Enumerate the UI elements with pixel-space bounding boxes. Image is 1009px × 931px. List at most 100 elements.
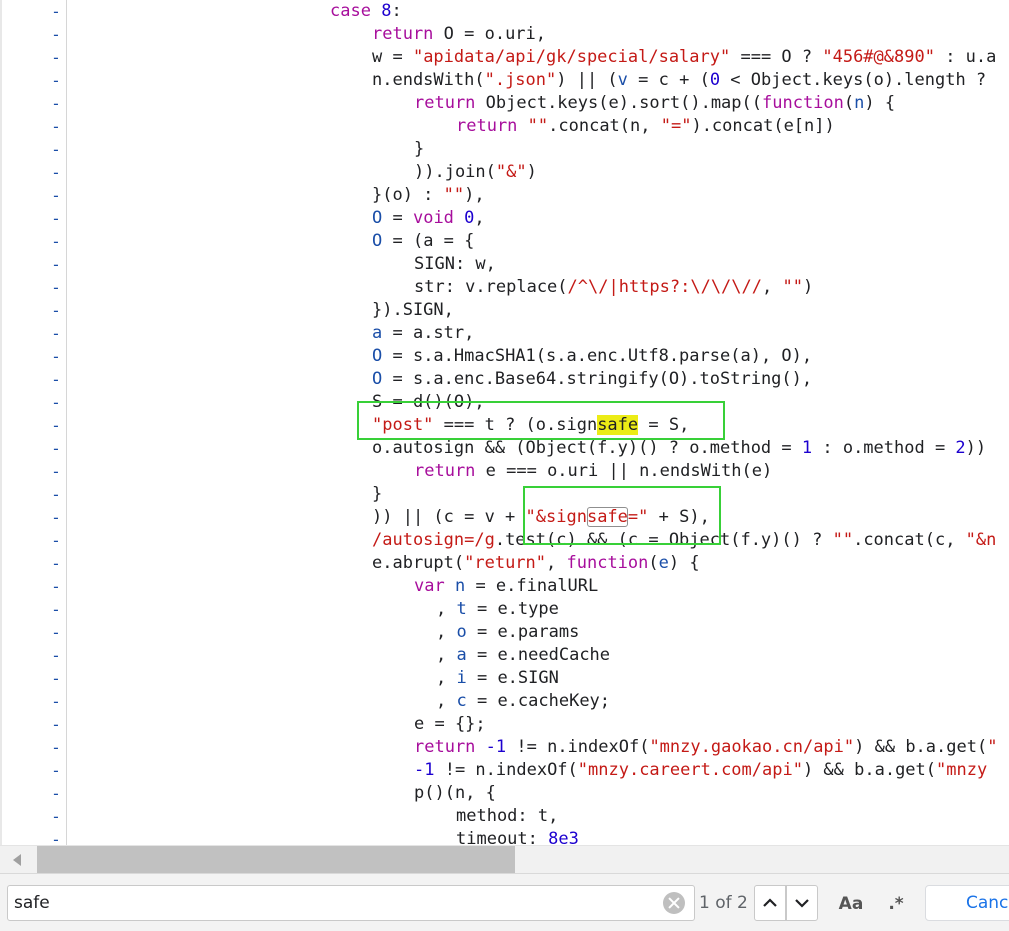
code-token: , [436,668,457,688]
code-token: "=" [660,116,692,136]
code-token: return [414,461,486,481]
code-token: ( [648,553,659,573]
horizontal-scrollbar[interactable] [0,845,1009,874]
code-token: i [456,668,467,688]
regex-button[interactable]: .* [880,891,912,917]
code-line: e.abrupt("return", function(e) { [372,552,700,575]
code-token: , [436,622,457,642]
code-token: != n.indexOf( [434,760,578,780]
code-token: function [762,93,844,113]
code-token: 0 [709,70,721,90]
match-case-button[interactable]: Aa [835,891,867,917]
code-token: = a.str, [382,323,475,343]
scroll-left-arrow-icon[interactable] [13,854,21,866]
search-match: safe [597,415,639,435]
code-line: , i = e.SIGN [436,667,559,690]
code-token: ), [464,185,485,205]
code-token: = e.type [466,599,559,619]
code-token: = S, [638,415,690,435]
code-token: S = d()(O), [372,392,485,412]
code-line: , t = e.type [436,598,559,621]
code-content[interactable]: case 8: return O = o.uri, w = "apidata/api… [0,0,1009,845]
code-token: SIGN: w, [414,254,496,274]
code-token: "mnzy [936,760,988,780]
code-line: } [372,483,382,506]
code-token: "" [782,277,803,297]
code-token: = (a = { [382,231,475,251]
code-token: e = {}; [414,714,486,734]
code-line: }(o) : ""), [372,184,485,207]
code-token: = s.a.enc.Base64.stringify(O).toString()… [382,369,813,389]
code-token: = e.params [466,622,580,642]
code-token: = s.a.HmacSHA1(s.a.enc.Utf8.parse(a), O)… [382,346,813,366]
code-editor[interactable]: ------------------------------------- ca… [0,0,1009,845]
code-line: )) || (c = v + "&signsafe=" + S), [372,506,710,529]
code-token: : [391,1,402,21]
code-token: var [414,576,455,596]
code-token: , [474,208,485,228]
find-input[interactable] [14,890,654,916]
code-token: = e.finalURL [465,576,599,596]
code-token: = e.needCache [466,645,611,665]
code-token: -1 [485,737,507,757]
code-token: ) && b.a.get( [802,760,937,780]
code-token: n [454,576,466,596]
code-token: = e.cacheKey; [466,691,611,711]
code-token: )).join( [414,162,496,182]
code-line: var n = e.finalURL [414,575,598,598]
code-token: void [412,208,465,228]
code-token: c [456,691,467,711]
code-token: p()(n, { [414,783,496,803]
code-token: O [372,369,383,389]
code-token: , [436,599,457,619]
code-token: = [382,208,413,228]
code-token: != n.indexOf( [506,737,650,757]
code-token: : u.a [934,47,997,67]
code-token: t [456,599,467,619]
code-token: ) [802,277,814,297]
previous-match-button[interactable] [754,885,786,921]
code-token: O [372,346,383,366]
code-token: e.abrupt( [372,553,465,573]
code-token: )) [965,438,987,458]
code-token: w = [372,47,413,67]
code-line: return e === o.uri || n.endsWith(e) [414,460,772,483]
code-line: O = s.a.HmacSHA1(s.a.enc.Utf8.parse(a), … [372,345,812,368]
code-token: " [987,737,998,757]
code-token: "post" [372,415,434,435]
code-line: w = "apidata/api/gk/special/salary" === … [372,46,996,69]
code-line: return Object.keys(e).sort().map((functi… [414,92,895,115]
next-match-button[interactable] [786,885,818,921]
code-token: : o.method = [812,438,956,458]
clear-search-icon[interactable] [663,892,685,914]
code-token: str: v.replace( [414,277,568,297]
scrollbar-thumb[interactable] [37,846,515,874]
code-token: method: t, [456,806,559,826]
code-token: v [617,70,628,90]
cancel-button[interactable]: Cancel [925,885,1009,921]
code-line: , c = e.cacheKey; [436,690,610,713]
code-token: "456#@&890" [822,47,935,67]
code-line: , a = e.needCache [436,644,610,667]
code-token: e === o.uri || n.endsWith(e) [485,461,773,481]
code-token: }(o) : [372,185,444,205]
code-line: O = void 0, [372,207,485,230]
code-token: a [456,645,467,665]
code-token: "&sign [525,507,587,527]
code-token: + S), [648,507,710,527]
code-token: n.endsWith( [372,70,485,90]
code-line: -1 != n.indexOf("mnzy.careert.com/api") … [414,759,987,782]
code-token: } [372,484,383,504]
chevron-up-icon [763,898,777,907]
code-token: "&n [965,530,997,550]
code-line: , o = e.params [436,621,579,644]
code-line: e = {}; [414,713,486,736]
code-line: n.endsWith(".json") || (v = c + (0 < Obj… [372,69,986,92]
code-token: .concat(n, [548,116,661,136]
code-token: ) { [668,553,700,573]
code-token: "apidata/api/gk/special/salary" [412,47,731,67]
code-token: .concat(c, [853,530,966,550]
code-token: -1 [414,760,435,780]
code-token: a [372,323,383,343]
code-token: "mnzy.gaokao.cn/api" [649,737,855,757]
